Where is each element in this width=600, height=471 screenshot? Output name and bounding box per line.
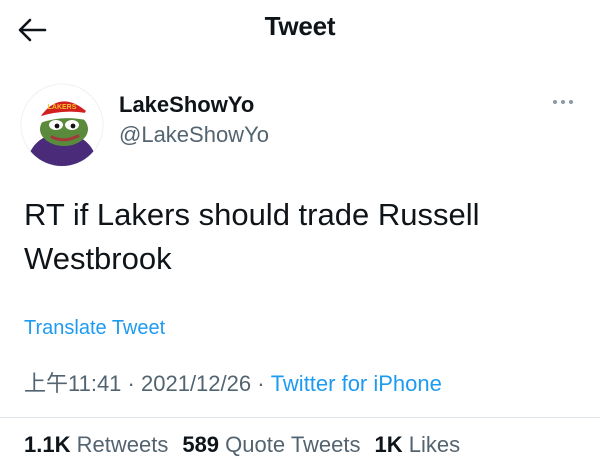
meta-separator: · (127, 371, 135, 396)
avatar[interactable]: LAKERS (20, 83, 104, 167)
meta-separator: · (257, 371, 265, 396)
tweet-text: RT if Lakers should trade Russell Westbr… (24, 197, 480, 276)
header: Tweet (0, 0, 600, 56)
quote-tweets-label: Quote Tweets (225, 432, 361, 457)
tweet-time: 上午11:41 (24, 371, 122, 396)
quote-tweets-count: 589 (182, 432, 220, 457)
likes-stat[interactable]: 1K Likes (375, 432, 461, 457)
divider (0, 417, 600, 418)
retweets-label: Retweets (76, 432, 169, 457)
retweets-count: 1.1K (24, 432, 71, 457)
translate-tweet-link[interactable]: Translate Tweet (24, 317, 165, 340)
likes-count: 1K (374, 432, 403, 457)
tweet-metadata: 上午11:41 · 2021/12/26 · Twitter for iPhon… (24, 366, 442, 398)
author-handle[interactable]: @LakeShowYo (119, 122, 269, 148)
tweet-source-link[interactable]: Twitter for iPhone (271, 371, 442, 396)
avatar-lakers-text: LAKERS (48, 104, 77, 111)
more-options-icon[interactable] (550, 92, 576, 112)
retweets-stat[interactable]: 1.1K Retweets (24, 432, 168, 457)
tweet-date: 2021/12/26 (141, 371, 252, 396)
quote-tweets-stat[interactable]: 589 Quote Tweets (182, 432, 360, 457)
page-title: Tweet (264, 11, 336, 41)
likes-label: Likes (408, 432, 461, 457)
author-display-name[interactable]: LakeShowYo (119, 92, 254, 118)
engagement-stats: 1.1K Retweets 589 Quote Tweets 1K Likes (24, 432, 460, 458)
